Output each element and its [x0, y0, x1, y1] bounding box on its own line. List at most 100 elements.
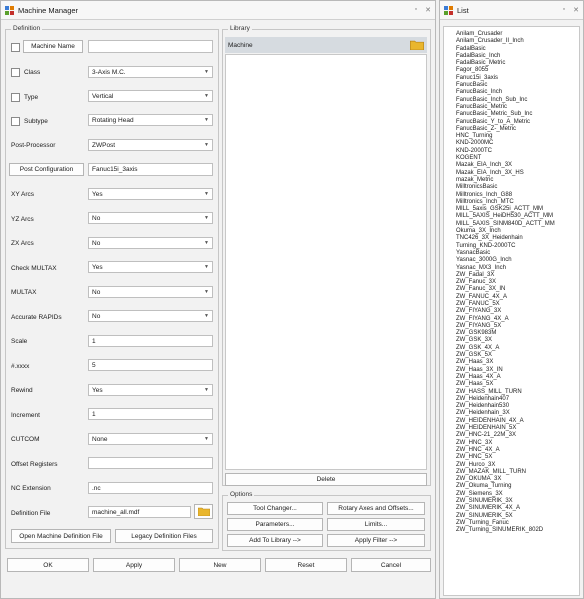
list-item[interactable]: ZW_Haas_3X	[444, 359, 579, 366]
list-item[interactable]: FadalBasic	[444, 46, 579, 53]
list-item[interactable]: Yasnac_3000G_Inch	[444, 257, 579, 264]
list-item[interactable]: MILL_5AXIS_HeiDH530_ACTT_MM	[444, 213, 579, 220]
list-item[interactable]: FanucBasic_Metric_Sub_Inc	[444, 111, 579, 118]
list-item[interactable]: Turning_KND-2000TC	[444, 243, 579, 250]
list-item[interactable]: ZW_Turning_Fanuc	[444, 520, 579, 527]
list-item[interactable]: YasnacBasic	[444, 250, 579, 257]
list-item[interactable]: ZW_HEIDENHAIN_4X_A	[444, 418, 579, 425]
add-to-library-button[interactable]: Add To Library -->	[227, 534, 323, 547]
list-item[interactable]: ZW_Turning_SINUMERIK_802D	[444, 527, 579, 534]
delete-button[interactable]: Delete	[225, 473, 427, 486]
list-item[interactable]: KND-2000MC	[444, 140, 579, 147]
type-dropdown[interactable]: Vertical ▼	[88, 90, 213, 102]
list-item[interactable]: ZW_FANUC_5X	[444, 301, 579, 308]
list-item[interactable]: ZW_Heidenhain407	[444, 396, 579, 403]
list-item[interactable]: ZW_HNC_5X	[444, 454, 579, 461]
list-item[interactable]: ZW_SINUMERIK_3X	[444, 498, 579, 505]
rewind-dropdown[interactable]: Yes ▼	[88, 384, 213, 396]
list-item[interactable]: ZW_Fanuc_3X_IN	[444, 286, 579, 293]
list-item[interactable]: Mazak_EIA_Inch_3X	[444, 162, 579, 169]
browse-definition-file-button[interactable]	[194, 504, 213, 519]
cancel-button[interactable]: Cancel	[351, 558, 431, 572]
post-configuration-input[interactable]: Fanuc15i_3axis	[88, 163, 213, 176]
limits-button[interactable]: Limits...	[327, 518, 425, 531]
list-item[interactable]: ZW_GSK983M	[444, 330, 579, 337]
post-processor-dropdown[interactable]: ZWPost ▼	[88, 139, 213, 151]
machine-name-checkbox[interactable]	[11, 43, 20, 52]
list-item[interactable]: MilltronicsBasic	[444, 184, 579, 191]
list-item[interactable]: MILL_5AXIS_SINM840D_ACTT_MM	[444, 221, 579, 228]
tool-changer-button[interactable]: Tool Changer...	[227, 502, 323, 515]
list-item[interactable]: HNC_Turning	[444, 133, 579, 140]
decimal-places-input[interactable]: 5	[88, 359, 213, 371]
list-item[interactable]: ZW_Siemens_3X	[444, 491, 579, 498]
list-item[interactable]: MILL_5axis_GSK25i_ACTT_MM	[444, 206, 579, 213]
list-item[interactable]: ZW_HEIDENHAIN_5X	[444, 425, 579, 432]
list-item[interactable]: ZW_Okuma_Turning	[444, 483, 579, 490]
rotary-axes-button[interactable]: Rotary Axes and Offsets...	[327, 502, 425, 515]
parameters-button[interactable]: Parameters...	[227, 518, 323, 531]
list-item[interactable]: ZW_Haas_3X_IN	[444, 367, 579, 374]
subtype-dropdown[interactable]: Rotating Head ▼	[88, 114, 213, 126]
list-item[interactable]: ZW_GSK_5X	[444, 352, 579, 359]
list-item[interactable]: ZW_Hurco_3X	[444, 462, 579, 469]
library-list[interactable]	[225, 54, 427, 470]
list-item[interactable]: Milltronics_Inch_G88	[444, 192, 579, 199]
yz-arcs-dropdown[interactable]: No ▼	[88, 212, 213, 224]
list-item[interactable]: FadalBasic_Inch	[444, 53, 579, 60]
list-item[interactable]: ZW_FANUC_4X_A	[444, 294, 579, 301]
list-item[interactable]: ZW_GSK_4X_A	[444, 345, 579, 352]
list-item[interactable]: ZW_HNC_4X_A	[444, 447, 579, 454]
library-folder-button[interactable]	[410, 40, 424, 50]
list-item[interactable]: ZW_FIYANG_4X_A	[444, 316, 579, 323]
list-item[interactable]: FanucBasic_Metric	[444, 104, 579, 111]
subtype-checkbox[interactable]	[11, 117, 20, 126]
list-item[interactable]: ZW_FIYANG_5X	[444, 323, 579, 330]
library-header[interactable]: Machine	[225, 37, 427, 53]
multax-dropdown[interactable]: No ▼	[88, 286, 213, 298]
list-item[interactable]: FanucBasic_Z-_Metric	[444, 126, 579, 133]
list-item[interactable]: ZW_MAZAK_MILL_TURN	[444, 469, 579, 476]
list-item[interactable]: mazak_Metric	[444, 177, 579, 184]
offset-registers-input[interactable]	[88, 457, 213, 469]
list-item[interactable]: ZW_Heidenhain530	[444, 403, 579, 410]
list-item[interactable]: FadalBasic_Metric	[444, 60, 579, 67]
post-configuration-button[interactable]: Post Configuration	[9, 163, 84, 176]
list-item[interactable]: ZW_HNC-21_22M_3X	[444, 432, 579, 439]
apply-filter-button[interactable]: Apply Filter -->	[327, 534, 425, 547]
new-button[interactable]: New	[179, 558, 261, 572]
list-item[interactable]: ZW_Fanuc_3X	[444, 279, 579, 286]
list-item[interactable]: ZW_GSK_3X	[444, 337, 579, 344]
list-item[interactable]: Fagor_8055	[444, 67, 579, 74]
list-item[interactable]: FanucBasic_Inch	[444, 89, 579, 96]
reset-button[interactable]: Reset	[265, 558, 347, 572]
list-item[interactable]: Yasnac_MX3_Inch	[444, 265, 579, 272]
list-item[interactable]: ZW_HNC_3X	[444, 440, 579, 447]
legacy-definition-files-button[interactable]: Legacy Definition Files	[115, 529, 213, 543]
class-dropdown[interactable]: 3-Axis M.C. ▼	[88, 66, 213, 78]
machine-name-input[interactable]	[88, 40, 213, 53]
list-item[interactable]: FanucBasic_Inch_Sub_Inc	[444, 97, 579, 104]
nc-extension-input[interactable]: .nc	[88, 482, 213, 494]
definition-file-input[interactable]: machine_all.mdf	[88, 506, 191, 518]
list-item[interactable]: ZW_FIYANG_3X	[444, 308, 579, 315]
machine-name-button[interactable]: Machine Name	[23, 40, 83, 53]
apply-button[interactable]: Apply	[93, 558, 175, 572]
list-item[interactable]: KOGENT	[444, 155, 579, 162]
open-machine-definition-file-button[interactable]: Open Machine Definition File	[11, 529, 111, 543]
list-item[interactable]: Okuma_3X_Inch	[444, 228, 579, 235]
list-item[interactable]: Fanuc15i_3axis	[444, 75, 579, 82]
list-item[interactable]: ZW_HASS_MILL_TURN	[444, 389, 579, 396]
zx-arcs-dropdown[interactable]: No ▼	[88, 237, 213, 249]
ok-button[interactable]: OK	[7, 558, 89, 572]
xy-arcs-dropdown[interactable]: Yes ▼	[88, 188, 213, 200]
increment-input[interactable]: 1	[88, 408, 213, 420]
list-item[interactable]: ZW_Haas_5X	[444, 381, 579, 388]
restore-icon[interactable]: ▫	[563, 6, 565, 14]
machine-list[interactable]: Anilam_Crusader Anilam_Crusader_II_Inch Fa…	[443, 26, 580, 596]
scale-input[interactable]: 1	[88, 335, 213, 347]
restore-icon[interactable]: ▫	[415, 6, 417, 14]
list-item[interactable]: FanucBasic	[444, 82, 579, 89]
close-icon[interactable]: ✕	[573, 6, 579, 14]
list-item[interactable]: ZW_SINUMERIK_5X	[444, 513, 579, 520]
